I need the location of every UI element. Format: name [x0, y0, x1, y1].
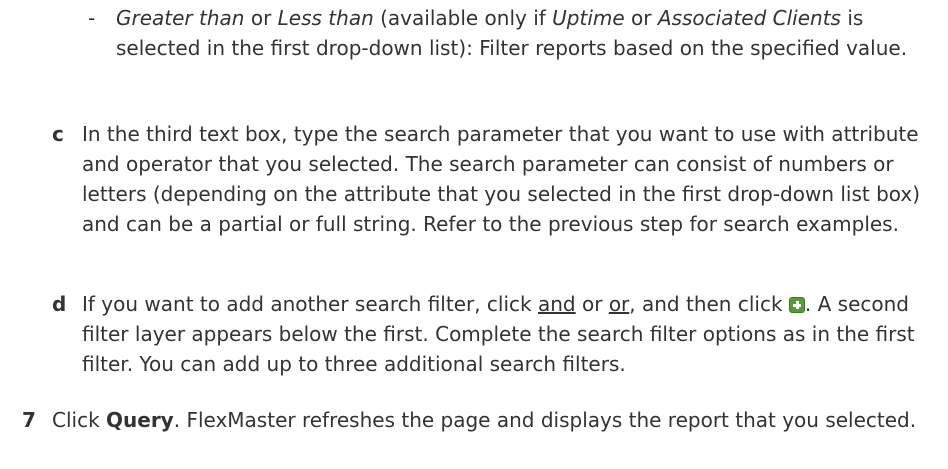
step-c: c In the third text box, type the search…: [0, 119, 948, 239]
add-filter-icon: [788, 297, 805, 313]
step-c-text: In the third text box, type the search p…: [82, 122, 921, 236]
step-d-text: If you want to add another search filter…: [82, 292, 915, 376]
term-associated-clients: Associated Clients: [657, 6, 841, 30]
step-d-letter: d: [52, 292, 67, 316]
term-less-than: Less than: [277, 6, 374, 30]
step-d: d If you want to add another search filt…: [0, 289, 948, 379]
and-link[interactable]: and: [538, 292, 576, 316]
bullet-text: Greater than or Less than (available onl…: [116, 6, 908, 60]
step-7-text: Click Query. FlexMaster refreshes the pa…: [52, 408, 917, 432]
bullet-marker: -: [88, 6, 96, 30]
step-7: 7 Click Query. FlexMaster refreshes the …: [0, 405, 948, 435]
bullet-item: - Greater than or Less than (available o…: [0, 3, 948, 63]
term-greater-than: Greater than: [116, 6, 245, 30]
step-c-letter: c: [52, 122, 64, 146]
step-7-number: 7: [22, 408, 36, 432]
term-uptime: Uptime: [552, 6, 625, 30]
document-page: - Greater than or Less than (available o…: [0, 0, 948, 469]
query-button-label: Query: [106, 408, 174, 432]
or-link[interactable]: or: [609, 292, 629, 316]
